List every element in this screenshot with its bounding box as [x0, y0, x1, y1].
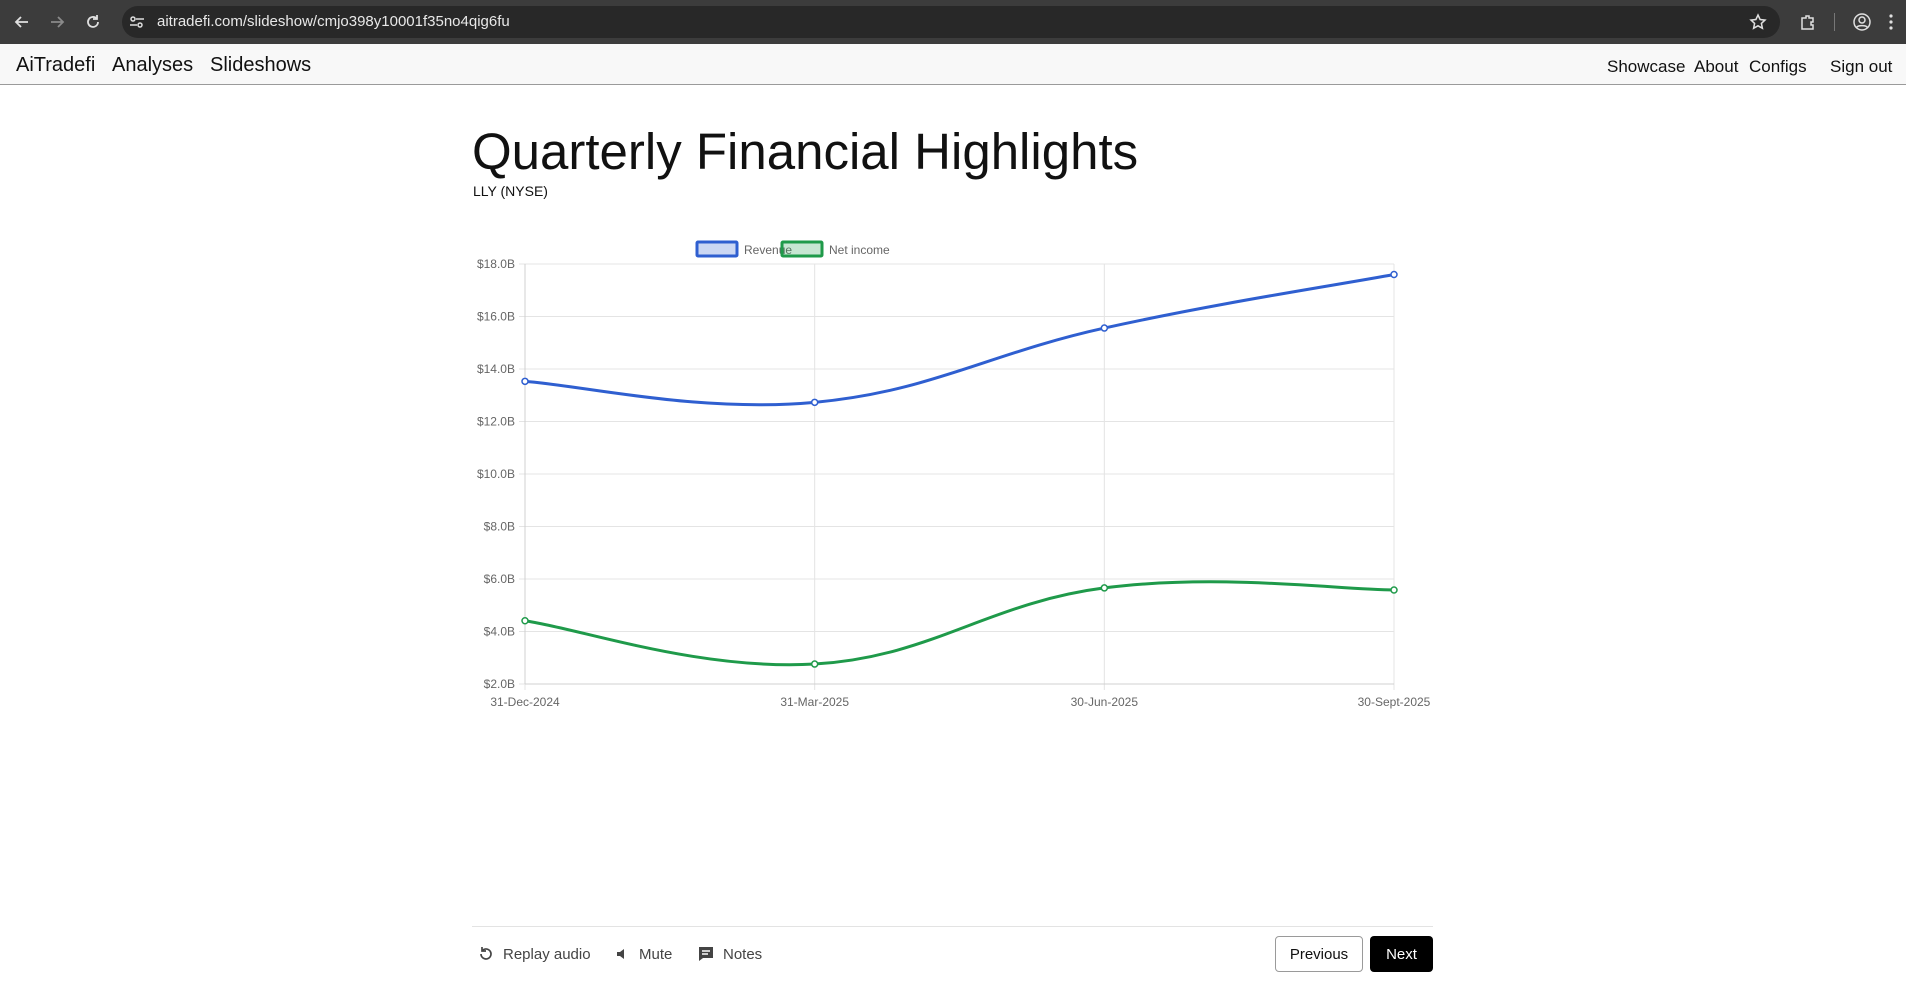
nav-showcase[interactable]: Showcase: [1607, 57, 1685, 77]
net-income-point: [1390, 586, 1398, 594]
net-income-point: [810, 660, 819, 668]
line-chart: $2.0B $4.0B $6.0B $8.0B $10.0B $12.0B $14.0B $1…: [477, 240, 1431, 709]
forward-button[interactable]: [43, 8, 71, 36]
nav-about[interactable]: About: [1694, 57, 1738, 77]
y-tick-label: $16.0B: [477, 310, 515, 324]
bookmark-button[interactable]: [1744, 8, 1772, 36]
ticker-label: LLY (NYSE): [473, 183, 548, 199]
app-navbar: AiTradefi Analyses Slideshows Showcase A…: [0, 44, 1906, 85]
speaker-icon: [617, 949, 624, 959]
profile-button[interactable]: [1848, 8, 1876, 36]
x-tick-label: 30-Sept-2025: [1358, 695, 1431, 709]
extensions-button[interactable]: [1794, 8, 1822, 36]
net-income-legend-swatch: [780, 240, 824, 258]
puzzle-icon: [1801, 15, 1814, 30]
footer-divider: [472, 926, 1433, 927]
x-tick-label: 31-Dec-2024: [490, 695, 560, 709]
next-button[interactable]: Next: [1370, 936, 1433, 972]
y-tick-label: $14.0B: [477, 362, 515, 376]
y-tick-label: $6.0B: [484, 572, 515, 586]
notes-button[interactable]: Notes: [697, 942, 762, 966]
x-tick-label: 30-Jun-2025: [1071, 695, 1139, 709]
y-tick-label: $4.0B: [484, 625, 515, 639]
brand-link[interactable]: AiTradefi: [16, 54, 95, 77]
back-arrow-icon: [14, 16, 28, 28]
net-income-legend-label: Net income: [829, 243, 890, 257]
nav-slideshows[interactable]: Slideshows: [210, 54, 311, 77]
toolbar-divider: [1834, 13, 1835, 31]
replay-icon: [480, 947, 492, 960]
y-tick-label: $2.0B: [484, 677, 515, 691]
browser-toolbar: aitradefi.com/slideshow/cmjo398y10001f35…: [0, 0, 1906, 44]
browser-menu-button[interactable]: [1884, 8, 1898, 36]
revenue-legend-swatch: [695, 240, 739, 258]
replay-audio-label: Replay audio: [503, 945, 591, 963]
nav-sign-out[interactable]: Sign out: [1830, 57, 1892, 77]
net-income-point: [1100, 584, 1109, 592]
notes-icon: [699, 947, 713, 961]
back-button[interactable]: [8, 8, 36, 36]
revenue-point: [1100, 324, 1109, 332]
mute-label: Mute: [639, 945, 673, 963]
revenue-point: [810, 398, 819, 407]
mute-button[interactable]: Mute: [615, 942, 672, 966]
replay-audio-button[interactable]: Replay audio: [477, 942, 591, 966]
net-income-line: [524, 580, 1395, 667]
y-tick-label: $18.0B: [477, 257, 515, 271]
y-tick-label: $10.0B: [477, 467, 515, 481]
nav-configs[interactable]: Configs: [1749, 57, 1807, 77]
revenue-point: [521, 377, 529, 386]
y-tick-label: $8.0B: [484, 520, 515, 534]
reload-button[interactable]: [79, 8, 107, 36]
revenue-point: [1390, 270, 1398, 279]
previous-button[interactable]: Previous: [1275, 936, 1363, 972]
profile-icon: [1853, 13, 1871, 31]
revenue-line: [524, 273, 1395, 407]
x-tick-label: 31-Mar-2025: [780, 695, 849, 709]
y-tick-label: $12.0B: [477, 415, 515, 429]
star-icon: [1749, 13, 1767, 30]
kebab-menu-icon: [1889, 14, 1893, 30]
notes-label: Notes: [723, 945, 763, 963]
reload-icon: [87, 15, 99, 28]
site-settings-icon[interactable]: [128, 13, 146, 36]
nav-analyses[interactable]: Analyses: [112, 54, 193, 77]
page-title: Quarterly Financial Highlights: [472, 123, 1139, 180]
forward-arrow-icon: [51, 16, 65, 28]
url-text: aitradefi.com/slideshow/cmjo398y10001f35…: [157, 13, 510, 30]
financial-chart: $2.0B $4.0B $6.0B $8.0B $10.0B $12.0B $14.0B $1…: [460, 232, 1440, 712]
net-income-point: [521, 616, 529, 625]
